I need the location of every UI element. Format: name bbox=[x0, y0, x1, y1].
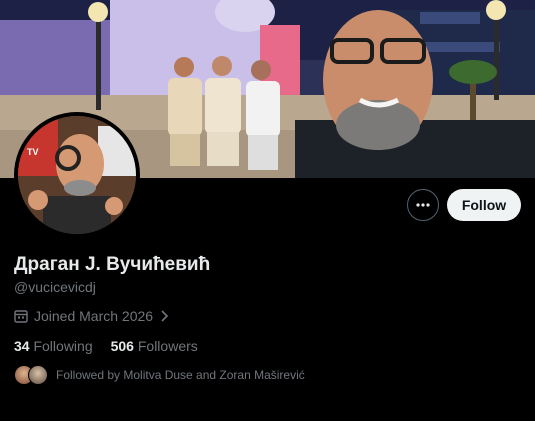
chevron-right-icon[interactable] bbox=[159, 309, 169, 323]
following-link[interactable]: 34 Following bbox=[14, 338, 93, 354]
avatar-photo: TV bbox=[18, 116, 136, 234]
followed-by-avatars bbox=[14, 365, 48, 385]
more-horizontal-icon bbox=[416, 203, 430, 207]
follower-avatar bbox=[28, 365, 48, 385]
avatar[interactable]: TV bbox=[14, 112, 140, 238]
following-count: 34 bbox=[14, 338, 30, 354]
followed-by[interactable]: Followed by Molitva Duse and Zoran Mašir… bbox=[14, 365, 305, 385]
profile-handle: @vucicevicdj bbox=[14, 279, 96, 295]
tv-badge: TV bbox=[24, 146, 42, 158]
joined-text: Joined March 2026 bbox=[34, 308, 154, 324]
more-options-button[interactable] bbox=[407, 189, 439, 221]
joined-date: Joined March 2026 bbox=[14, 308, 169, 324]
following-label: Following bbox=[33, 338, 93, 354]
profile-name: Драган Ј. Вучићевић bbox=[14, 254, 211, 275]
followers-link[interactable]: 506 Followers bbox=[111, 338, 198, 354]
follow-stats: 34 Following 506 Followers bbox=[14, 338, 198, 354]
followers-count: 506 bbox=[110, 338, 134, 354]
follow-button[interactable]: Follow bbox=[447, 189, 521, 221]
followed-by-text: Followed by Molitva Duse and Zoran Mašir… bbox=[56, 368, 305, 382]
calendar-icon bbox=[14, 310, 28, 323]
followers-label: Followers bbox=[137, 338, 198, 354]
